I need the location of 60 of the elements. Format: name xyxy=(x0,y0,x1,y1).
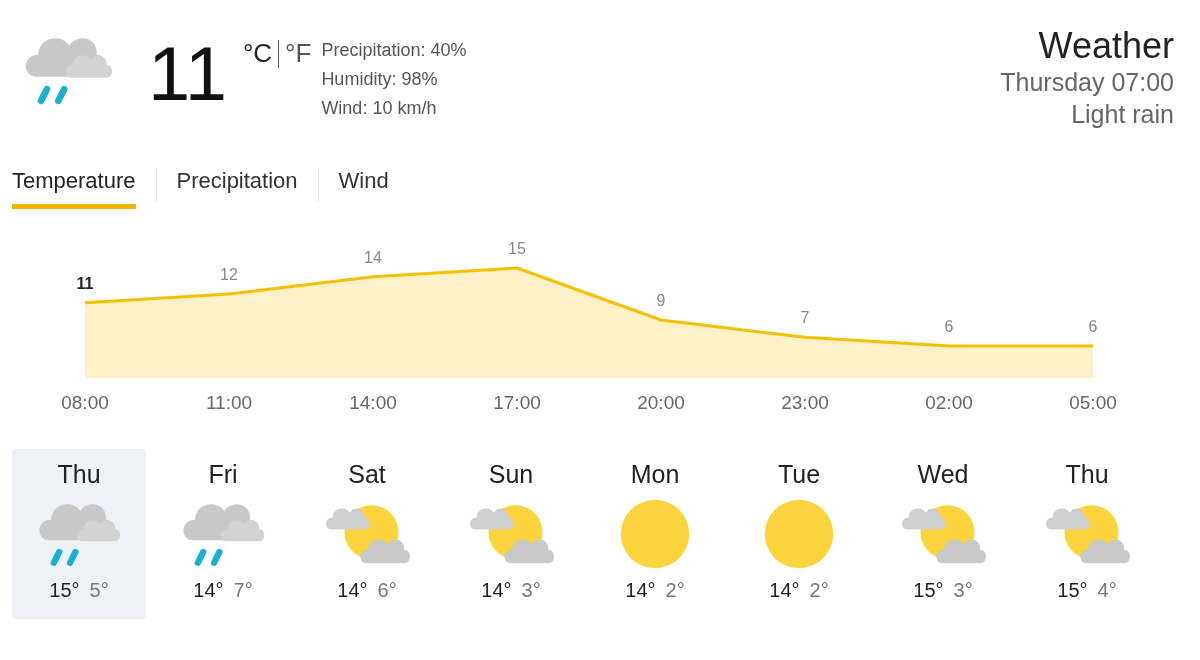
high-temperature: 15° xyxy=(1057,579,1088,602)
day-name: Sun xyxy=(488,459,534,489)
day-name: Mon xyxy=(630,459,680,489)
low-temperature: 6° xyxy=(377,579,397,602)
unit-toggle[interactable]: °C xyxy=(242,38,273,69)
day-name: Thu xyxy=(57,459,101,489)
low-temperature: 7° xyxy=(233,579,253,602)
weather-detail: Wind: 10 km/h xyxy=(321,97,438,120)
date-time: Thursday 07:00 xyxy=(1000,67,1174,98)
day-card[interactable]: Tue 14° 2° xyxy=(732,449,866,619)
day-name: Fri xyxy=(208,459,238,489)
time-label: 05:00 xyxy=(1068,392,1118,414)
day-name: Thu xyxy=(1065,459,1109,489)
time-label: 23:00 xyxy=(780,392,830,414)
high-temperature: 14° xyxy=(625,579,656,602)
high-temperature: 15° xyxy=(49,579,80,602)
low-temperature: 4° xyxy=(1097,579,1117,602)
time-label: 02:00 xyxy=(924,392,974,414)
day-card[interactable]: Wed 15° 3° xyxy=(876,449,1010,619)
weather-detail: Precipitation: 40% xyxy=(321,39,467,62)
data-label: 12 xyxy=(220,266,238,283)
data-label: 6 xyxy=(944,318,954,335)
high-temperature: 14° xyxy=(769,579,800,602)
data-label: 6 xyxy=(1088,318,1098,335)
high-temperature: 14° xyxy=(193,579,224,602)
time-label: 17:00 xyxy=(492,392,542,414)
low-temperature: 2° xyxy=(665,579,685,602)
day-card[interactable]: Sun 14° 3° xyxy=(444,449,578,619)
high-temperature: 14° xyxy=(337,579,368,602)
low-temperature: 3° xyxy=(521,579,541,602)
chart-tab[interactable]: Wind xyxy=(338,168,389,209)
data-label: 11 xyxy=(76,274,94,292)
high-temperature: 14° xyxy=(481,579,512,602)
widget-title: Weather xyxy=(1038,26,1174,66)
data-label: 9 xyxy=(656,292,666,309)
day-name: Wed xyxy=(917,459,969,489)
day-name: Sat xyxy=(348,459,386,489)
day-name: Tue xyxy=(777,459,821,489)
time-label: 14:00 xyxy=(348,392,398,414)
low-temperature: 3° xyxy=(953,579,973,602)
weather-detail: Humidity: 98% xyxy=(321,68,439,91)
chart-tab[interactable]: Temperature xyxy=(12,168,136,209)
time-label: 08:00 xyxy=(60,392,110,414)
day-card[interactable]: Thu 15° 5° xyxy=(12,449,146,619)
day-card[interactable]: Thu 15° 4° xyxy=(1020,449,1154,619)
chart-tab[interactable]: Precipitation xyxy=(176,168,298,209)
unit-toggle[interactable]: °F xyxy=(285,38,312,69)
day-card[interactable]: Fri 14° 7° xyxy=(156,449,290,619)
time-label: 20:00 xyxy=(636,392,686,414)
low-temperature: 2° xyxy=(809,579,829,602)
day-card[interactable]: Sat 14° 6° xyxy=(300,449,434,619)
data-label: 7 xyxy=(800,309,810,327)
high-temperature: 15° xyxy=(913,579,944,602)
data-label: 14 xyxy=(364,248,382,266)
current-temperature: 11 xyxy=(148,36,227,112)
condition-text: Light rain xyxy=(1071,99,1174,130)
day-card[interactable]: Mon 14° 2° xyxy=(588,449,722,619)
low-temperature: 5° xyxy=(89,579,109,602)
data-label: 15 xyxy=(508,240,526,257)
time-label: 11:00 xyxy=(204,392,254,414)
